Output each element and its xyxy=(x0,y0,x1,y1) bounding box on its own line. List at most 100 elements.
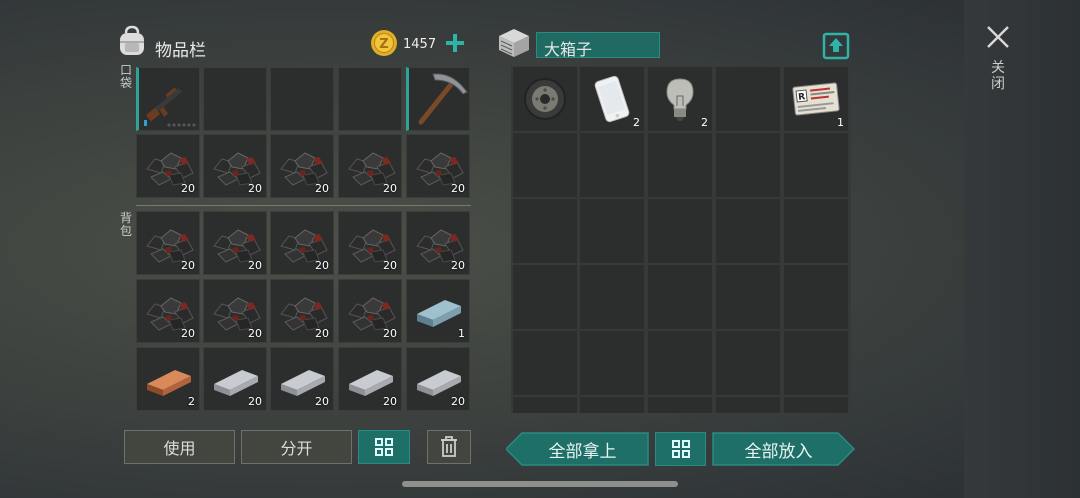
svg-text:R: R xyxy=(798,92,806,103)
inventory-slot[interactable]: 20 xyxy=(136,134,200,198)
container-slot[interactable]: 2 xyxy=(648,67,712,131)
sort-container-button[interactable] xyxy=(655,432,706,466)
box-icon xyxy=(496,26,532,60)
coin-icon: Z xyxy=(370,29,398,57)
container-slot[interactable] xyxy=(648,331,712,395)
item-count: 20 xyxy=(248,182,262,195)
container-slot[interactable] xyxy=(580,199,644,263)
container-slot[interactable] xyxy=(648,133,712,197)
put-all-button[interactable]: 全部放入 xyxy=(712,432,855,466)
inventory-slot[interactable]: 20 xyxy=(270,134,334,198)
container-slot[interactable] xyxy=(580,331,644,395)
inventory-slot[interactable]: 20 xyxy=(338,347,402,411)
pocket-slot-5[interactable] xyxy=(406,67,470,131)
container-slot[interactable]: 2 xyxy=(580,67,644,131)
item-count: 20 xyxy=(315,182,329,195)
item-count: 20 xyxy=(181,182,195,195)
item-count: 20 xyxy=(383,182,397,195)
item-count: 20 xyxy=(383,259,397,272)
container-slot[interactable] xyxy=(580,397,644,413)
trash-icon xyxy=(441,436,457,457)
backpack-icon xyxy=(117,25,147,57)
container-slot[interactable] xyxy=(580,133,644,197)
pocket-slot-1[interactable] xyxy=(136,67,200,131)
inventory-slot[interactable]: 20 xyxy=(203,211,267,275)
grid-sort-icon xyxy=(375,438,393,456)
item-count: 20 xyxy=(315,327,329,340)
container-slot[interactable] xyxy=(784,397,848,413)
ak47-rifle-icon xyxy=(144,80,196,127)
inventory-slot[interactable]: 20 xyxy=(136,279,200,343)
take-all-button[interactable]: 全部拿上 xyxy=(506,432,649,466)
container-slot[interactable] xyxy=(716,199,780,263)
container-slot[interactable] xyxy=(716,67,780,131)
inventory-slot[interactable]: 20 xyxy=(136,211,200,275)
sort-inventory-button[interactable] xyxy=(358,430,410,464)
container-slot[interactable] xyxy=(513,265,577,329)
item-count: 20 xyxy=(451,182,465,195)
item-count: 20 xyxy=(248,327,262,340)
inventory-slot[interactable]: 20 xyxy=(203,279,267,343)
grid-sort-icon xyxy=(671,440,690,458)
container-slot[interactable]: R1 xyxy=(784,67,848,131)
inventory-slot[interactable]: 2 xyxy=(136,347,200,411)
container-slot[interactable] xyxy=(513,199,577,263)
inventory-slot[interactable]: 1 xyxy=(406,279,470,343)
inventory-slot[interactable]: 20 xyxy=(338,134,402,198)
item-count: 20 xyxy=(248,395,262,408)
container-slot[interactable] xyxy=(784,331,848,395)
inventory-slot[interactable]: 20 xyxy=(203,134,267,198)
pocket-label: 口袋 xyxy=(119,63,132,90)
container-slot[interactable] xyxy=(648,397,712,413)
split-button[interactable]: 分开 xyxy=(241,430,352,464)
upload-icon xyxy=(822,32,850,60)
inventory-title: 物品栏 xyxy=(155,41,206,61)
inventory-slot[interactable]: 20 xyxy=(270,347,334,411)
container-slot[interactable] xyxy=(580,265,644,329)
container-slot[interactable] xyxy=(513,397,577,413)
pocket-slot-2[interactable] xyxy=(203,67,267,131)
put-all-label: 全部放入 xyxy=(744,441,813,462)
container-slot[interactable] xyxy=(784,133,848,197)
inventory-slot[interactable]: 20 xyxy=(406,211,470,275)
inventory-slot[interactable]: 20 xyxy=(203,347,267,411)
upload-button[interactable] xyxy=(822,32,850,60)
inventory-slot[interactable]: 20 xyxy=(406,347,470,411)
close-panel xyxy=(964,0,1080,498)
container-slot[interactable] xyxy=(716,397,780,413)
inventory-slot[interactable]: 20 xyxy=(338,279,402,343)
container-slot[interactable] xyxy=(648,199,712,263)
close-label[interactable]: 关闭 xyxy=(990,60,1006,92)
container-slot[interactable] xyxy=(716,265,780,329)
container-slot[interactable] xyxy=(513,331,577,395)
container-slot[interactable] xyxy=(513,67,577,131)
home-indicator xyxy=(402,481,678,487)
container-slot[interactable] xyxy=(716,331,780,395)
container-slot[interactable] xyxy=(716,133,780,197)
inventory-slot[interactable]: 20 xyxy=(406,134,470,198)
pocket-slot-3[interactable] xyxy=(270,67,334,131)
container-slot[interactable] xyxy=(784,265,848,329)
use-button[interactable]: 使用 xyxy=(124,430,235,464)
take-all-label: 全部拿上 xyxy=(548,441,617,462)
item-count: 20 xyxy=(451,259,465,272)
item-count: 20 xyxy=(315,259,329,272)
item-count: 20 xyxy=(181,327,195,340)
inventory-slot[interactable]: 20 xyxy=(270,211,334,275)
svg-text:Z: Z xyxy=(379,37,388,52)
coin-count: 1457 xyxy=(403,37,437,52)
pocket-slot-4[interactable] xyxy=(338,67,402,131)
inventory-slot[interactable]: 20 xyxy=(270,279,334,343)
container-slot[interactable] xyxy=(784,199,848,263)
item-count: 20 xyxy=(248,259,262,272)
item-count: 20 xyxy=(383,327,397,340)
container-slot[interactable] xyxy=(513,133,577,197)
container-slot[interactable] xyxy=(648,265,712,329)
discard-button[interactable] xyxy=(427,430,471,464)
backpack-label: 背包 xyxy=(119,211,132,238)
pickaxe-icon xyxy=(418,73,468,125)
inventory-slot[interactable]: 20 xyxy=(338,211,402,275)
add-coins-button[interactable] xyxy=(444,32,466,54)
close-button[interactable] xyxy=(985,24,1011,50)
item-count: 20 xyxy=(383,395,397,408)
